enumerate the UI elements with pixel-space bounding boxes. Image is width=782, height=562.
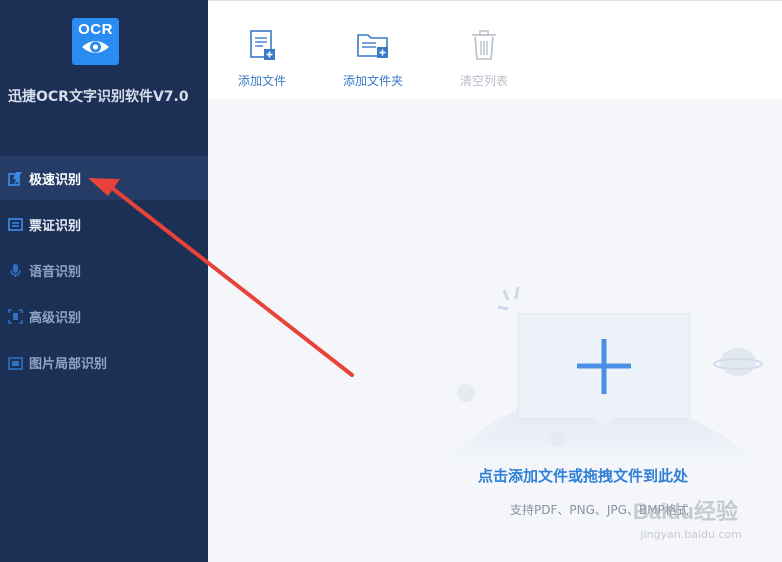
add-folder-icon (357, 34, 388, 58)
eye-icon (82, 41, 109, 53)
toolbar: 添加文件 添加文件夹 清空列表 (208, 0, 782, 99)
drop-instruction: 点击添加文件或拖拽文件到此处 (478, 467, 689, 485)
sidebar-item-ticket-recognition[interactable]: 票证识别 (0, 202, 208, 246)
add-folder-button[interactable]: 添加文件夹 (340, 1, 406, 100)
image-crop-icon (8, 355, 23, 370)
add-file-label: 添加文件 (237, 74, 286, 88)
sidebar-item-image-partial-recognition[interactable]: 图片局部识别 (0, 340, 208, 384)
add-file-icon (250, 30, 275, 60)
clear-list-button[interactable]: 清空列表 (458, 1, 510, 100)
scan-frame-icon (8, 308, 23, 324)
watermark-url: jingyan.baidu.com (640, 528, 742, 541)
sidebar-item-fast-recognition[interactable]: 极速识别 (0, 156, 208, 200)
sidebar-item-label: 极速识别 (29, 172, 82, 188)
sidebar-item-label: 语音识别 (29, 264, 82, 280)
clear-list-label: 清空列表 (459, 74, 508, 88)
sidebar-item-advanced-recognition[interactable]: 高级识别 (0, 294, 208, 338)
trash-icon (472, 30, 496, 60)
drop-plus-icon[interactable] (208, 269, 782, 529)
sidebar-item-label: 票证识别 (29, 218, 82, 234)
sidebar: OCR 迅捷OCR文字识别软件V7.0 极速识别 票证识别 语音识别 高级识别 (0, 0, 208, 562)
sidebar-item-voice-recognition[interactable]: 语音识别 (0, 248, 208, 292)
fast-recognition-icon (8, 171, 23, 186)
microphone-icon (8, 263, 23, 278)
logo-text: OCR (78, 21, 113, 38)
sidebar-item-label: 高级识别 (29, 310, 82, 326)
file-drop-zone[interactable]: 点击添加文件或拖拽文件到此处 支持PDF、PNG、JPG、BMP格式 (208, 99, 782, 562)
sidebar-item-label: 图片局部识别 (29, 356, 108, 372)
watermark-brand: Baidu经验 (632, 499, 738, 524)
app-logo: OCR (72, 18, 119, 65)
app-title: 迅捷OCR文字识别软件V7.0 (8, 89, 189, 105)
add-file-button[interactable]: 添加文件 (236, 1, 288, 100)
ticket-recognition-icon (8, 217, 23, 232)
add-folder-label: 添加文件夹 (342, 74, 403, 88)
